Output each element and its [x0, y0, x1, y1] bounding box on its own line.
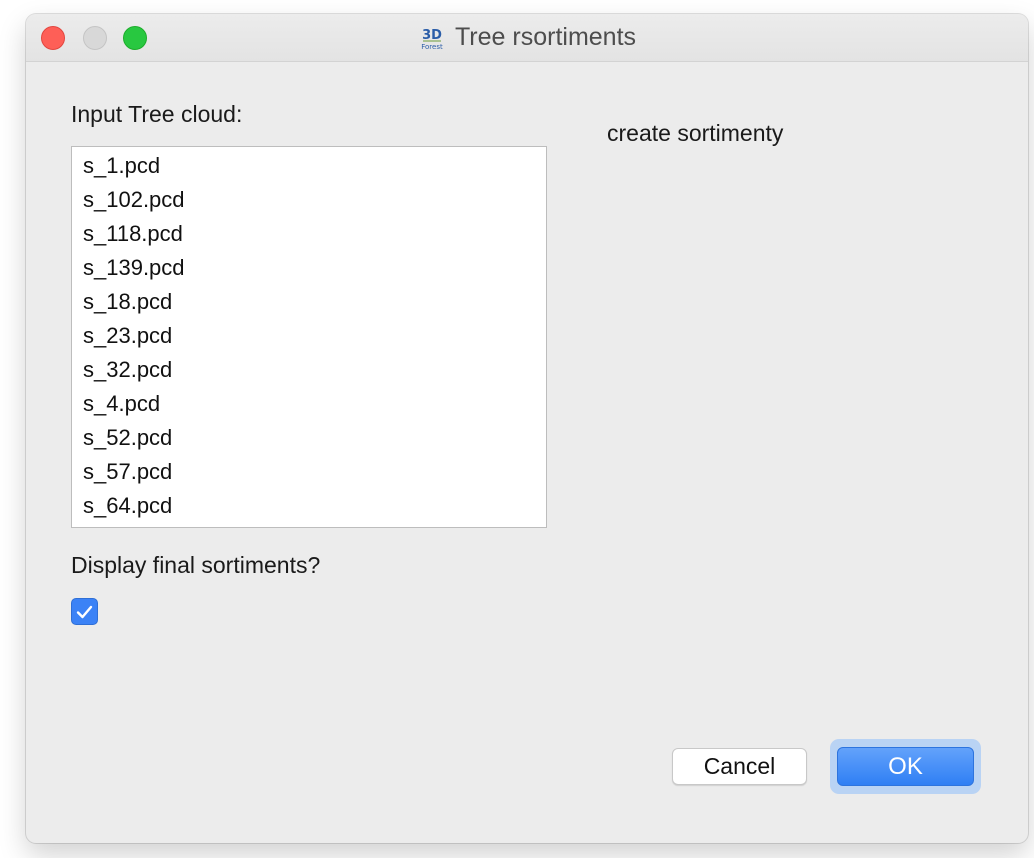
list-item[interactable]: s_102.pcd	[72, 183, 546, 217]
list-item[interactable]: s_139.pcd	[72, 251, 546, 285]
checkmark-icon	[76, 605, 93, 618]
description-text: create sortimenty	[607, 120, 784, 146]
list-item[interactable]: s_52.pcd	[72, 421, 546, 455]
list-item[interactable]: s_4.pcd	[72, 387, 546, 421]
cancel-button[interactable]: Cancel	[672, 748, 807, 785]
list-item[interactable]: s_64.pcd	[72, 489, 546, 523]
list-item[interactable]: s_1.pcd	[72, 149, 546, 183]
display-sortiments-checkbox[interactable]	[71, 598, 98, 625]
list-item[interactable]: s_32.pcd	[72, 353, 546, 387]
title-bar[interactable]: 3D Forest Tree rsortiments	[26, 14, 1028, 62]
dialog-window: 3D Forest Tree rsortiments Input Tree cl…	[26, 14, 1028, 843]
ok-button[interactable]: OK	[837, 747, 974, 786]
display-sortiments-label: Display final sortiments?	[71, 552, 321, 578]
title-container: 3D Forest Tree rsortiments	[26, 14, 1028, 61]
tree-cloud-list[interactable]: s_1.pcd s_102.pcd s_118.pcd s_139.pcd s_18.p…	[71, 146, 547, 528]
list-item[interactable]: s_18.pcd	[72, 285, 546, 319]
logo-text-bottom: Forest	[421, 43, 443, 51]
window-title: Tree rsortiments	[454, 23, 637, 51]
list-item[interactable]: s_23.pcd	[72, 319, 546, 353]
list-item[interactable]: s_57.pcd	[72, 455, 546, 489]
input-tree-cloud-label: Input Tree cloud:	[71, 101, 243, 127]
list-item[interactable]: s_118.pcd	[72, 217, 546, 251]
3d-forest-logo-icon: 3D Forest	[418, 24, 446, 52]
